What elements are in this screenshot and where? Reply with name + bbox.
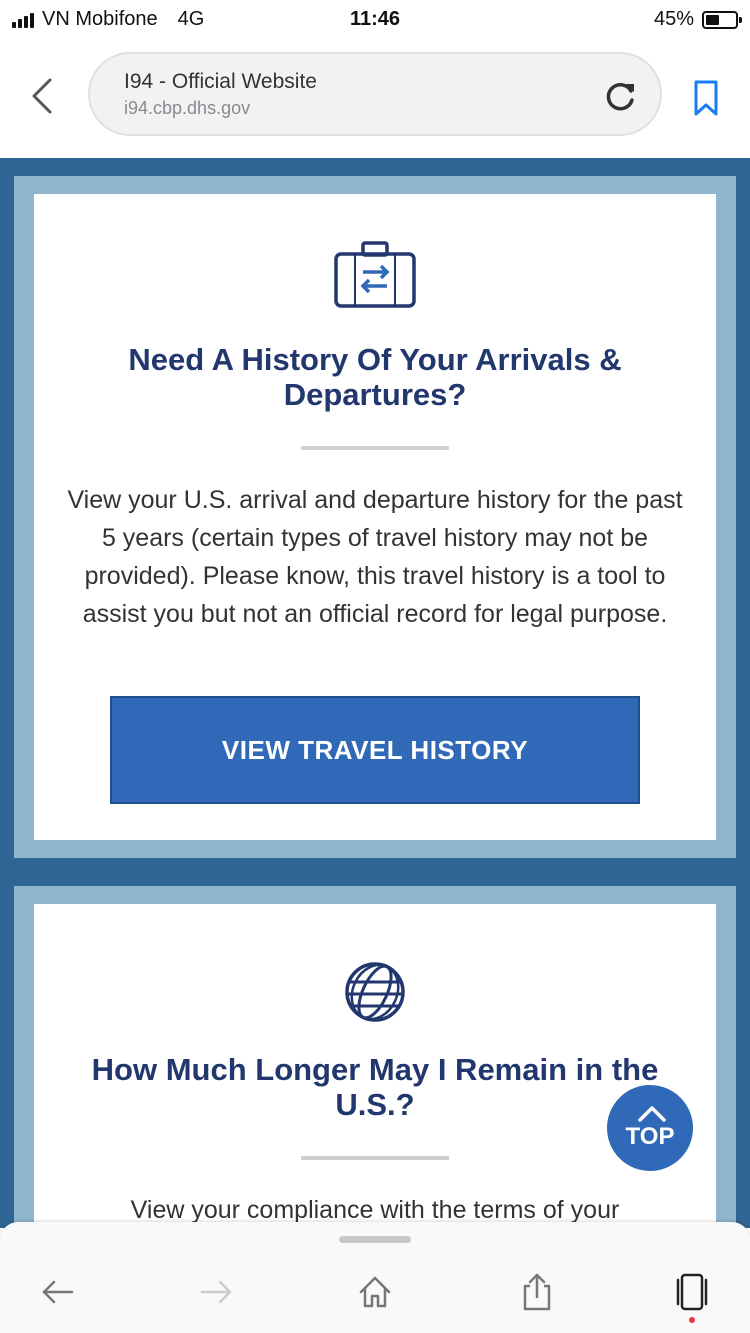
battery-icon bbox=[702, 10, 742, 29]
page-title: I94 - Official Website bbox=[124, 70, 317, 93]
arrow-left-icon[interactable] bbox=[38, 1272, 78, 1312]
share-icon[interactable] bbox=[517, 1272, 557, 1312]
remain-in-us-card: How Much Longer May I Remain in the U.S.… bbox=[34, 904, 716, 1228]
clock: 11:46 bbox=[349, 8, 401, 30]
back-to-top-button[interactable]: TOP bbox=[605, 1083, 695, 1173]
back-to-top-label: TOP bbox=[625, 1123, 675, 1150]
chevron-up-icon bbox=[638, 1106, 666, 1122]
battery-percent: 45% bbox=[653, 8, 694, 30]
toolbar-handle[interactable] bbox=[339, 1236, 411, 1243]
section-heading: Need A History Of Your Arrivals & Depart… bbox=[128, 342, 622, 412]
notification-dot bbox=[689, 1317, 695, 1323]
travel-history-card: Need A History Of Your Arrivals & Depart… bbox=[34, 194, 716, 840]
home-icon[interactable] bbox=[355, 1272, 395, 1312]
browser-toolbar bbox=[0, 1222, 750, 1333]
tabs-icon[interactable] bbox=[672, 1272, 712, 1312]
page-url: i94.cbp.dhs.gov bbox=[124, 98, 251, 118]
battery-fill bbox=[706, 14, 719, 25]
briefcase-arrows-icon bbox=[334, 241, 416, 308]
travel-history-section: Need A History Of Your Arrivals & Depart… bbox=[14, 176, 736, 858]
bookmark-icon[interactable] bbox=[690, 78, 722, 118]
divider bbox=[301, 446, 449, 450]
chevron-left-icon[interactable] bbox=[26, 76, 62, 116]
view-travel-history-button[interactable]: VIEW TRAVEL HISTORY bbox=[110, 696, 640, 804]
status-bar: VN Mobifone 4G 11:46 45% bbox=[0, 0, 750, 40]
browser-header: I94 - Official Website i94.cbp.dhs.gov bbox=[0, 40, 750, 158]
divider bbox=[301, 1156, 449, 1160]
globe-icon bbox=[345, 962, 405, 1022]
status-right: 45% bbox=[653, 8, 742, 31]
page-content[interactable]: Need A History Of Your Arrivals & Depart… bbox=[0, 158, 750, 1228]
arrow-right-icon[interactable] bbox=[196, 1272, 236, 1312]
section-heading: How Much Longer May I Remain in the U.S.… bbox=[91, 1052, 659, 1122]
section-description: View your U.S. arrival and departure his… bbox=[67, 486, 683, 628]
remain-in-us-section: How Much Longer May I Remain in the U.S.… bbox=[14, 886, 736, 1228]
address-bar[interactable]: I94 - Official Website i94.cbp.dhs.gov bbox=[88, 52, 662, 136]
reload-icon[interactable] bbox=[602, 78, 638, 114]
